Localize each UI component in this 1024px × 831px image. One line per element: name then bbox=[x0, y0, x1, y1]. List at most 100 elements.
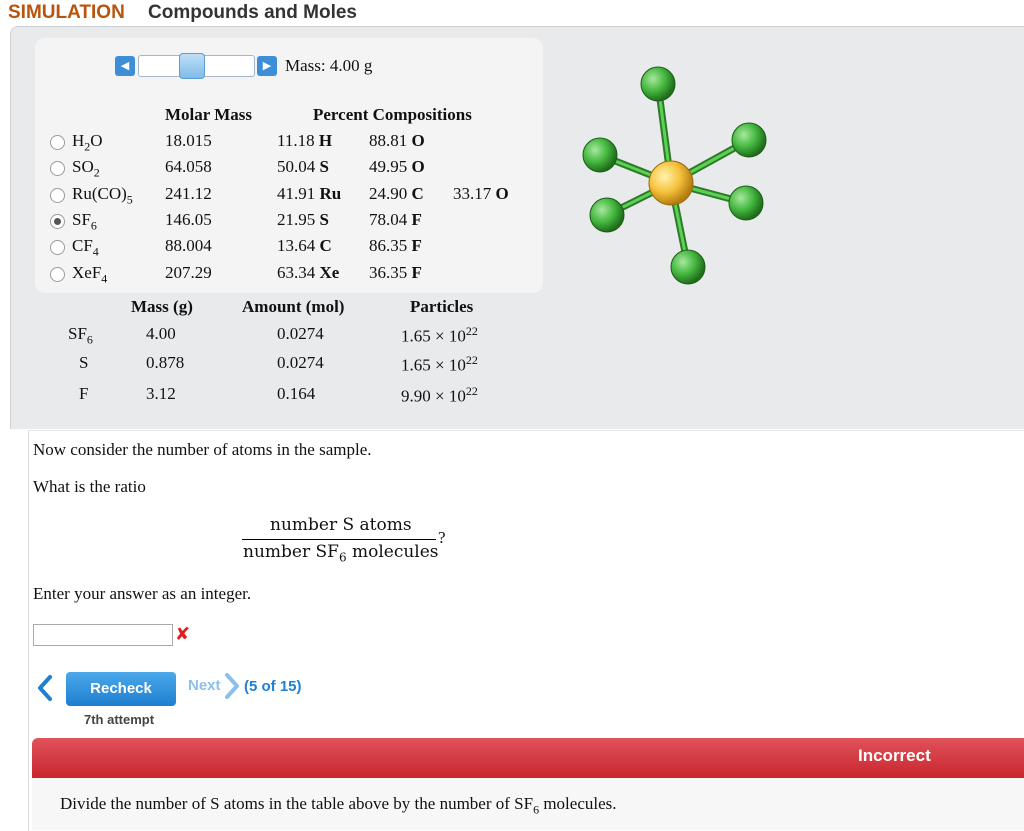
compound-radio[interactable] bbox=[50, 267, 65, 282]
mass-label: Mass: 4.00 g bbox=[285, 56, 373, 75]
percent-composition: 33.17 O bbox=[453, 184, 509, 204]
denominator-text: number SF bbox=[243, 542, 339, 562]
amount-value: 0.164 bbox=[277, 384, 316, 403]
formula-text: SO bbox=[72, 157, 94, 176]
question-prompt: What is the ratio bbox=[33, 477, 146, 496]
fraction-numerator: number S atoms bbox=[270, 515, 412, 535]
page-count: (5 of 15) bbox=[244, 678, 302, 695]
percent-value: 13.64 bbox=[277, 236, 316, 255]
amount-value: 0.0274 bbox=[277, 324, 324, 343]
mass-value: 4.00 bbox=[146, 324, 176, 343]
status-label: Incorrect bbox=[858, 746, 931, 765]
recheck-button[interactable]: Recheck bbox=[66, 672, 176, 706]
question-intro: Now consider the number of atoms in the … bbox=[33, 440, 372, 459]
compound-formula[interactable]: SO2 bbox=[72, 157, 100, 180]
element-symbol: H bbox=[318, 131, 333, 150]
percent-value: 33.17 bbox=[453, 184, 492, 203]
formula-subscript: 6 bbox=[90, 218, 97, 233]
mass-value: 0.878 bbox=[146, 353, 185, 372]
particles-value: 9.90 × 1022 bbox=[401, 384, 478, 407]
formula-text: XeF bbox=[72, 263, 102, 282]
sf6-molecule-model bbox=[582, 66, 767, 285]
particles-value: 1.65 × 1022 bbox=[401, 353, 478, 376]
percent-composition: 86.35 F bbox=[369, 236, 422, 256]
answer-input[interactable] bbox=[33, 624, 173, 646]
fraction-denominator: number SF6 molecules bbox=[243, 542, 439, 564]
percent-value: 78.04 bbox=[369, 210, 408, 229]
particles-value: 1.65 × 1022 bbox=[401, 324, 478, 347]
element-symbol: F bbox=[411, 263, 422, 282]
compound-formula[interactable]: SF6 bbox=[72, 210, 97, 233]
compound-formula[interactable]: XeF4 bbox=[72, 263, 107, 286]
compound-formula[interactable]: CF4 bbox=[72, 236, 99, 259]
mass-slider-thumb[interactable] bbox=[178, 53, 205, 79]
amount-header: Amount (mol) bbox=[242, 297, 345, 316]
compound-radio[interactable] bbox=[50, 161, 65, 176]
fluorine-atom bbox=[731, 122, 767, 158]
element-symbol: S bbox=[319, 157, 329, 176]
mass-header: Mass (g) bbox=[131, 297, 193, 316]
compound-formula[interactable]: Ru(CO)5 bbox=[72, 184, 133, 207]
compound-radio[interactable] bbox=[50, 135, 65, 150]
slider-decrease-button[interactable]: ◀ bbox=[115, 56, 135, 76]
percent-composition: 63.34 Xe bbox=[277, 263, 339, 283]
percent-composition: 49.95 O bbox=[369, 157, 425, 177]
formula-subscript: 4 bbox=[101, 271, 108, 286]
percent-composition: 11.18 H bbox=[277, 131, 332, 151]
percent-composition: 24.90 C bbox=[369, 184, 424, 204]
compound-radio[interactable] bbox=[50, 214, 65, 229]
element-symbol: Xe bbox=[319, 263, 340, 282]
element-symbol: O bbox=[411, 131, 425, 150]
fluorine-atom bbox=[670, 249, 706, 285]
percent-value: 88.81 bbox=[369, 131, 408, 150]
feedback-text: Divide the number of S atoms in the tabl… bbox=[60, 794, 617, 817]
denominator-subscript: 6 bbox=[338, 550, 347, 565]
particles-exponent: 22 bbox=[465, 353, 478, 367]
formula-subscript: 2 bbox=[93, 165, 100, 180]
element-symbol: F bbox=[411, 210, 422, 229]
percent-value: 11.18 bbox=[277, 131, 315, 150]
fluorine-atom bbox=[640, 66, 676, 102]
x-mark-icon: ✘ bbox=[175, 624, 191, 645]
fluorine-atom bbox=[728, 185, 764, 221]
species-subscript: 6 bbox=[86, 332, 93, 347]
answer-instruction: Enter your answer as an integer. bbox=[33, 584, 252, 603]
formula-text: SF bbox=[72, 210, 91, 229]
particles-mantissa: 9.90 × 10 bbox=[401, 386, 466, 406]
percent-composition: 78.04 F bbox=[369, 210, 422, 230]
percent-value: 63.34 bbox=[277, 263, 316, 282]
slider-increase-button[interactable]: ▶ bbox=[257, 56, 277, 76]
formula-subscript: 4 bbox=[92, 244, 99, 259]
triangle-right-icon: ▶ bbox=[262, 59, 272, 72]
particles-exponent: 22 bbox=[465, 384, 478, 398]
compound-radio[interactable] bbox=[50, 188, 65, 203]
amount-value: 0.0274 bbox=[277, 353, 324, 372]
molar-mass-value: 207.29 bbox=[165, 263, 212, 282]
molar-mass-value: 146.05 bbox=[165, 210, 212, 229]
species-text: SF bbox=[68, 324, 87, 343]
percent-composition: 88.81 O bbox=[369, 131, 425, 151]
element-symbol: O bbox=[495, 184, 509, 203]
percent-value: 41.91 bbox=[277, 184, 316, 203]
particles-mantissa: 1.65 × 10 bbox=[401, 326, 466, 346]
compound-radio[interactable] bbox=[50, 240, 65, 255]
sulfur-atom bbox=[648, 160, 694, 206]
species-text: S bbox=[79, 353, 89, 372]
particles-mantissa: 1.65 × 10 bbox=[401, 355, 466, 375]
feedback-text-tail: molecules. bbox=[539, 794, 617, 813]
compound-formula[interactable]: H2O bbox=[72, 131, 103, 154]
element-symbol: C bbox=[319, 236, 332, 255]
formula-tail: O bbox=[90, 131, 103, 150]
particles-header: Particles bbox=[410, 297, 474, 316]
molar-mass-value: 18.015 bbox=[165, 131, 212, 150]
percent-composition: 36.35 F bbox=[369, 263, 422, 283]
particles-exponent: 22 bbox=[465, 324, 478, 338]
denominator-tail: molecules bbox=[346, 542, 439, 562]
feedback-text-main: Divide the number of S atoms in the tabl… bbox=[60, 794, 534, 813]
element-symbol: F bbox=[411, 236, 422, 255]
back-chevron-icon[interactable] bbox=[36, 674, 54, 702]
percent-value: 50.04 bbox=[277, 157, 316, 176]
mass-value: 3.12 bbox=[146, 384, 176, 403]
next-chevron-icon[interactable] bbox=[224, 672, 240, 700]
next-button[interactable]: Next bbox=[188, 677, 221, 694]
